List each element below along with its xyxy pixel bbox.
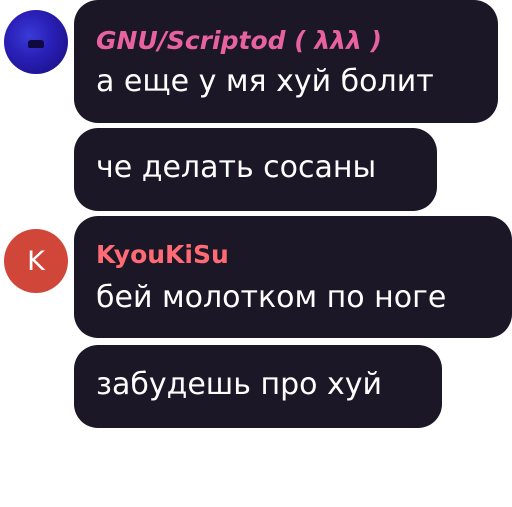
author-name[interactable]: GNU/Scriptod ( λλλ ) — [96, 26, 382, 55]
author-name[interactable]: KyouKiSu — [96, 240, 229, 269]
message-bubble-4: забудешь про хуй — [74, 345, 442, 428]
message-bubble-2: че делать сосаны — [74, 128, 437, 211]
avatar-kyoukisu[interactable]: K — [4, 229, 68, 293]
message-bubble-1: GNU/Scriptod ( λλλ ) а еще у мя хуй боли… — [74, 0, 498, 123]
avatar-figure-icon — [28, 40, 44, 48]
avatar-gnu-scriptod[interactable] — [4, 10, 68, 74]
message-bubble-3: KyouKiSu бей молотком по ноге — [74, 216, 512, 338]
message-text: че делать сосаны — [96, 150, 377, 185]
message-text: забудешь про хуй — [96, 367, 383, 402]
message-text: а еще у мя хуй болит — [96, 64, 434, 99]
message-text: бей молотком по ноге — [96, 280, 447, 315]
avatar-letter: K — [27, 245, 45, 277]
